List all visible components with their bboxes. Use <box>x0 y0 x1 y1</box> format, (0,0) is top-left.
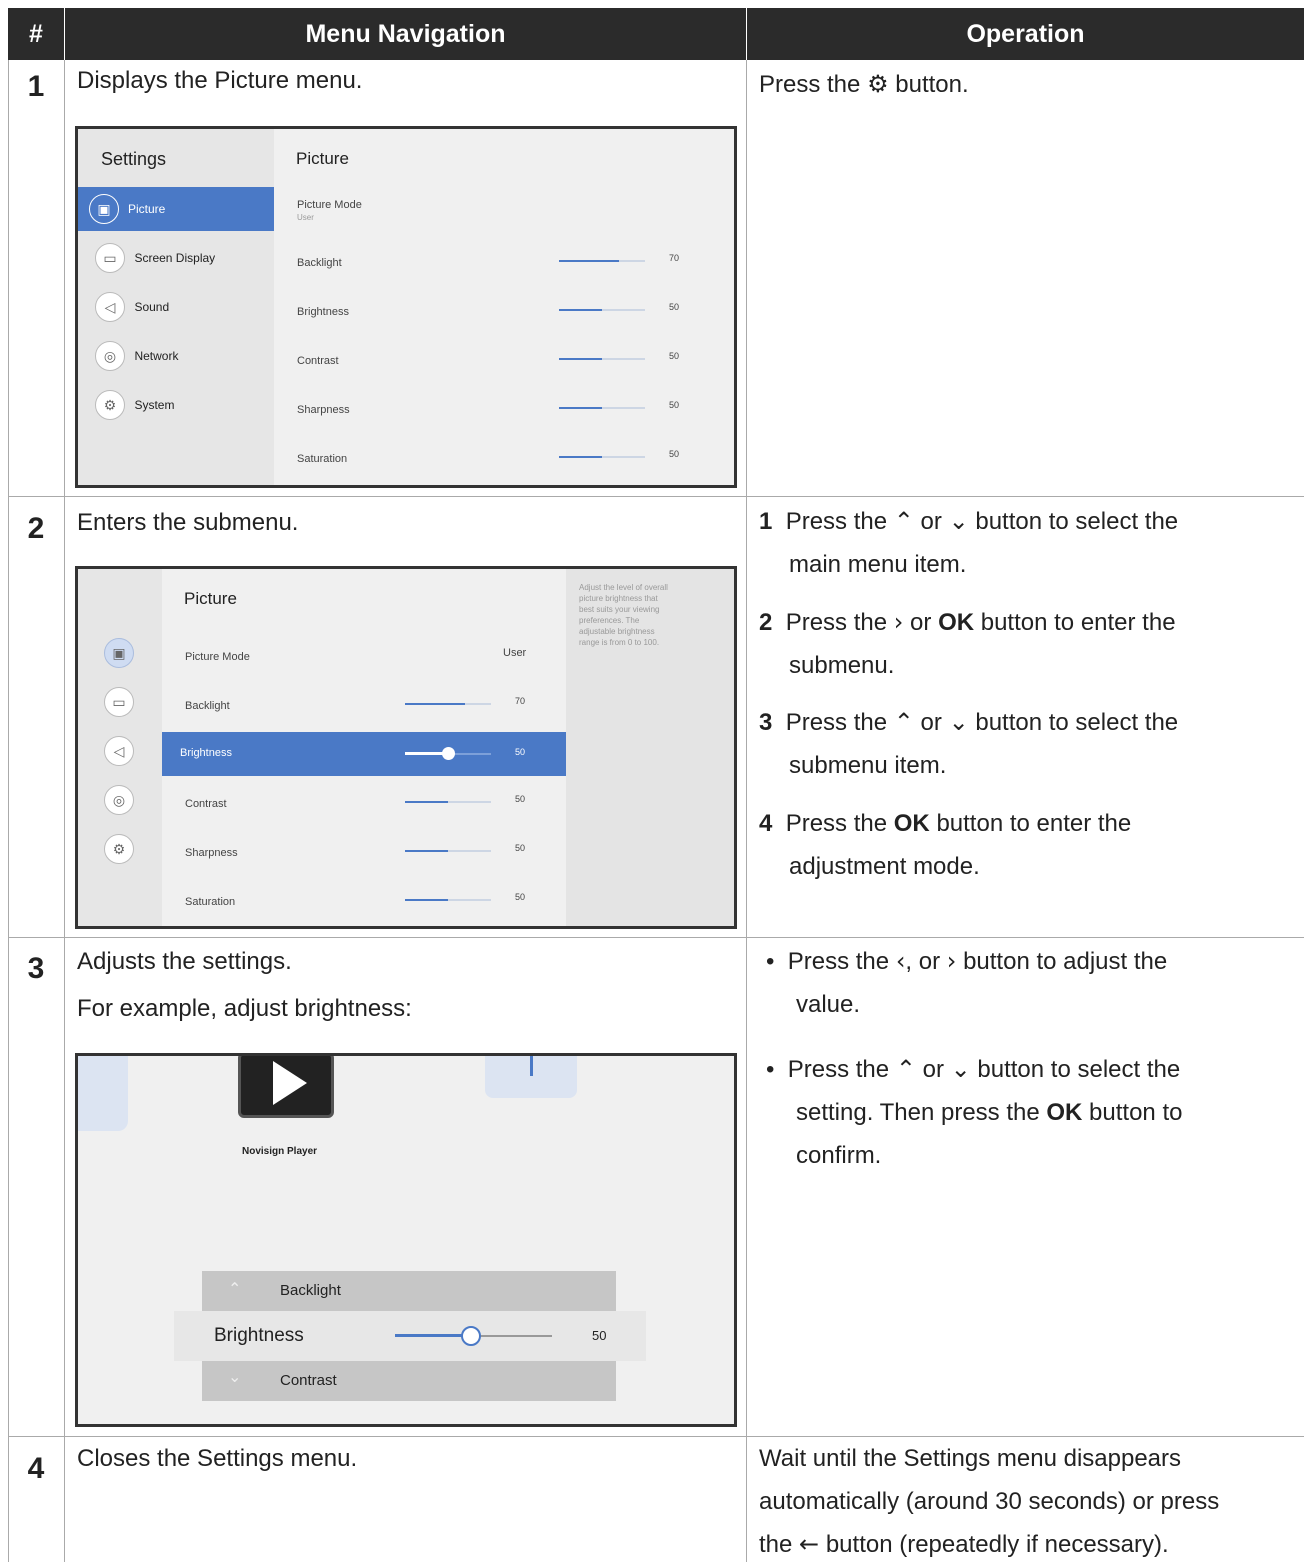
up-chevron-icon: ⌃ <box>893 708 914 736</box>
slider-fill <box>559 309 602 311</box>
setting-row[interactable]: Contrast 50 <box>297 351 717 371</box>
network-icon[interactable]: ◎ <box>104 785 134 815</box>
header-op: Operation <box>747 8 1304 60</box>
row1-nav-text: Displays the Picture menu. <box>77 67 363 94</box>
next-setting-row[interactable]: ⌄ Contrast <box>202 1361 616 1401</box>
setting-row[interactable]: Backlight 70 <box>297 253 717 273</box>
play-icon <box>238 1056 334 1118</box>
row-number-2: 2 <box>27 512 45 545</box>
menu-item-screen-display[interactable]: ▭ Screen Display <box>95 243 215 273</box>
down-chevron-icon: ⌄ <box>948 507 969 535</box>
menu-item-system[interactable]: ⚙ System <box>95 390 174 420</box>
system-icon[interactable]: ⚙ <box>104 834 134 864</box>
slider-fill <box>405 801 448 803</box>
left-chevron-icon: ‹ <box>895 947 906 975</box>
setting-row[interactable]: Saturation 50 <box>297 449 717 469</box>
settings-screenshot-3: Novisign Player ⌃ Backlight Brightness 5… <box>75 1053 737 1427</box>
slider-fill <box>559 358 602 360</box>
slider-fill <box>405 899 448 901</box>
settings-title: Settings <box>101 149 167 169</box>
row3-bullet-2: • Press the ⌃ or ⌄ button to select the … <box>766 1055 1183 1169</box>
app-tile-right-bar <box>530 1056 533 1076</box>
down-chevron-icon: ⌄ <box>948 708 969 736</box>
row2-step-1: 1 Press the ⌃ or ⌄ button to select the … <box>759 507 1179 578</box>
network-icon: ◎ <box>95 341 125 371</box>
setting-row[interactable]: Contrast 50 <box>185 794 535 814</box>
up-chevron-icon: ⌃ <box>895 1055 916 1083</box>
gear-icon: ⚙ <box>867 70 889 98</box>
slider-fill <box>559 407 602 409</box>
app-tile-left <box>78 1056 128 1131</box>
setting-row-selected[interactable]: Brightness 50 <box>162 732 566 776</box>
picture-mode-label: Picture Mode <box>297 199 362 211</box>
slider-fill <box>559 260 620 262</box>
picture-icon[interactable]: ▣ <box>104 638 134 668</box>
current-setting-row[interactable]: Brightness 50 <box>174 1311 646 1361</box>
row2-nav-text: Enters the submenu. <box>77 509 299 536</box>
picture-mode-value: User <box>297 213 314 222</box>
up-chevron-icon: ⌃ <box>893 507 914 535</box>
slider-knob[interactable] <box>442 747 455 760</box>
menu-item-sound[interactable]: ◁ Sound <box>95 292 169 322</box>
panel-title: Picture <box>184 589 237 608</box>
settings-screenshot-1: Settings Picture ▣ Picture ▭ Screen Disp… <box>75 126 737 488</box>
right-chevron-icon: › <box>893 608 904 636</box>
instruction-table: # Menu Navigation Operation 1 Displays t… <box>8 8 1304 1562</box>
slider-fill <box>559 456 602 458</box>
slider-knob[interactable] <box>461 1326 481 1346</box>
setting-row[interactable]: Saturation 50 <box>185 892 535 912</box>
row3-nav-text: Adjusts the settings. <box>77 948 292 975</box>
right-chevron-icon: › <box>946 947 957 975</box>
back-arrow-icon: ← <box>799 1530 820 1558</box>
setting-row[interactable]: Sharpness 50 <box>185 843 535 863</box>
setting-row[interactable]: Backlight 70 <box>185 696 535 716</box>
menu-item-network[interactable]: ◎ Network <box>95 341 178 371</box>
screen-icon[interactable]: ▭ <box>104 687 134 717</box>
row4-nav-text: Closes the Settings menu. <box>77 1445 358 1472</box>
system-icon: ⚙ <box>95 390 125 420</box>
panel-title: Picture <box>296 149 349 168</box>
settings-screenshot-2: Picture ▣ ▭ ◁ ◎ ⚙ Picture Mode User Back… <box>75 566 737 929</box>
row1-op-text: Press the ⚙ button. <box>759 70 969 98</box>
sound-icon[interactable]: ◁ <box>104 736 134 766</box>
menu-item-picture[interactable]: ▣ Picture <box>78 187 274 231</box>
slider-fill <box>405 703 466 705</box>
picture-icon: ▣ <box>89 194 119 224</box>
row2-step-3: 3 Press the ⌃ or ⌄ button to select the … <box>759 708 1179 779</box>
prev-setting-row[interactable]: ⌃ Backlight <box>202 1271 616 1311</box>
screen-icon: ▭ <box>95 243 125 273</box>
help-text: Adjust the level of overall picture brigh… <box>579 583 668 647</box>
row-number-1: 1 <box>27 70 45 103</box>
row4-op-text: Wait until the Settings menu disappears … <box>759 1445 1220 1558</box>
up-chevron-icon: ⌃ <box>228 1279 242 1298</box>
setting-row[interactable]: Brightness 50 <box>297 302 717 322</box>
row3-bullet-1: • Press the ‹, or › button to adjust the… <box>766 947 1168 1018</box>
down-chevron-icon: ⌄ <box>950 1055 971 1083</box>
setting-row[interactable]: Sharpness 50 <box>297 400 717 420</box>
row3-nav-text-2: For example, adjust brightness: <box>77 995 412 1022</box>
row2-step-2: 2 Press the › or OK button to enter the … <box>759 608 1176 679</box>
row-number-3: 3 <box>27 952 45 985</box>
sound-icon: ◁ <box>95 292 125 322</box>
slider-fill <box>405 850 448 852</box>
header-num: # <box>8 8 64 60</box>
row2-step-4: 4 Press the OK button to enter the adjus… <box>759 810 1132 880</box>
app-label: Novisign Player <box>242 1146 318 1157</box>
row-number-4: 4 <box>27 1452 45 1485</box>
picture-mode-row[interactable]: Picture Mode User <box>185 647 535 667</box>
header-nav: Menu Navigation <box>65 8 746 60</box>
down-chevron-icon: ⌄ <box>228 1367 242 1386</box>
